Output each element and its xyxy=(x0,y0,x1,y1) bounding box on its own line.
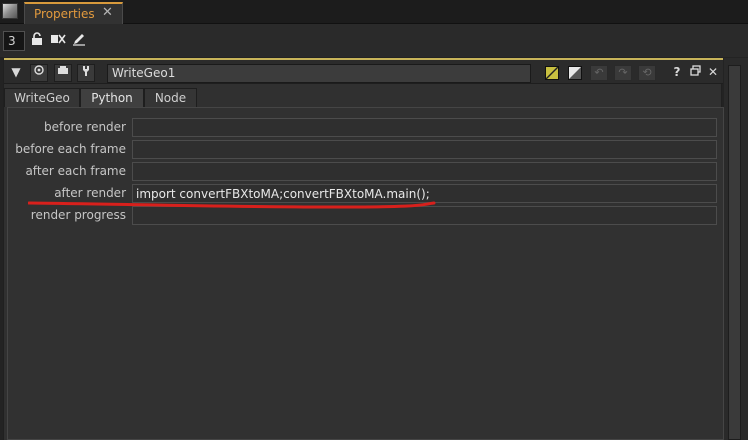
edit-icon[interactable] xyxy=(71,32,87,48)
settings-icon[interactable] xyxy=(77,64,95,82)
panel-tab-bar: Properties ✕ xyxy=(0,0,748,24)
after-each-frame-label: after each frame xyxy=(25,164,126,178)
before-each-frame-label: before each frame xyxy=(15,142,126,156)
tab-writegeo[interactable]: WriteGeo xyxy=(4,88,80,107)
collapse-icon[interactable]: ▼ xyxy=(7,64,25,82)
after-each-frame-field[interactable] xyxy=(132,162,717,181)
panel-menu-icon[interactable] xyxy=(2,3,18,19)
node-header: ▼ WriteGeo1 ↶ ↷ ⟲ ? ✕ xyxy=(4,58,723,84)
properties-toolbar: 3 xyxy=(0,24,748,57)
float-icon[interactable] xyxy=(686,64,704,82)
tab-python[interactable]: Python xyxy=(80,88,144,108)
python-knobs: before render before each frame after ea… xyxy=(7,107,724,440)
node-color-button[interactable] xyxy=(545,66,559,80)
node-name-input[interactable]: WriteGeo1 xyxy=(107,64,531,83)
node-properties-panel: ▼ WriteGeo1 ↶ ↷ ⟲ ? ✕ WriteGeo Python No… xyxy=(3,58,724,440)
properties-tab-label: Properties xyxy=(34,7,95,21)
lock-icon[interactable] xyxy=(29,32,45,48)
node-graph-icon[interactable] xyxy=(54,64,72,82)
viewer-icon[interactable] xyxy=(30,64,48,82)
properties-tab[interactable]: Properties ✕ xyxy=(24,2,123,24)
help-icon[interactable]: ? xyxy=(668,64,686,82)
clear-icon[interactable] xyxy=(50,32,66,48)
revert-icon[interactable]: ⟲ xyxy=(638,65,656,81)
max-panels-input[interactable]: 3 xyxy=(3,31,25,51)
before-each-frame-field[interactable] xyxy=(132,140,717,159)
tab-node[interactable]: Node xyxy=(144,88,197,107)
before-render-field[interactable] xyxy=(132,118,717,137)
redo-icon[interactable]: ↷ xyxy=(614,65,632,81)
gl-color-button[interactable] xyxy=(568,66,582,80)
annotation-underline xyxy=(28,201,436,209)
before-render-label: before render xyxy=(43,120,126,134)
undo-icon[interactable]: ↶ xyxy=(590,65,608,81)
close-icon[interactable]: ✕ xyxy=(704,64,722,82)
scrollbar-thumb[interactable] xyxy=(728,65,741,440)
close-tab-icon[interactable]: ✕ xyxy=(102,5,113,20)
